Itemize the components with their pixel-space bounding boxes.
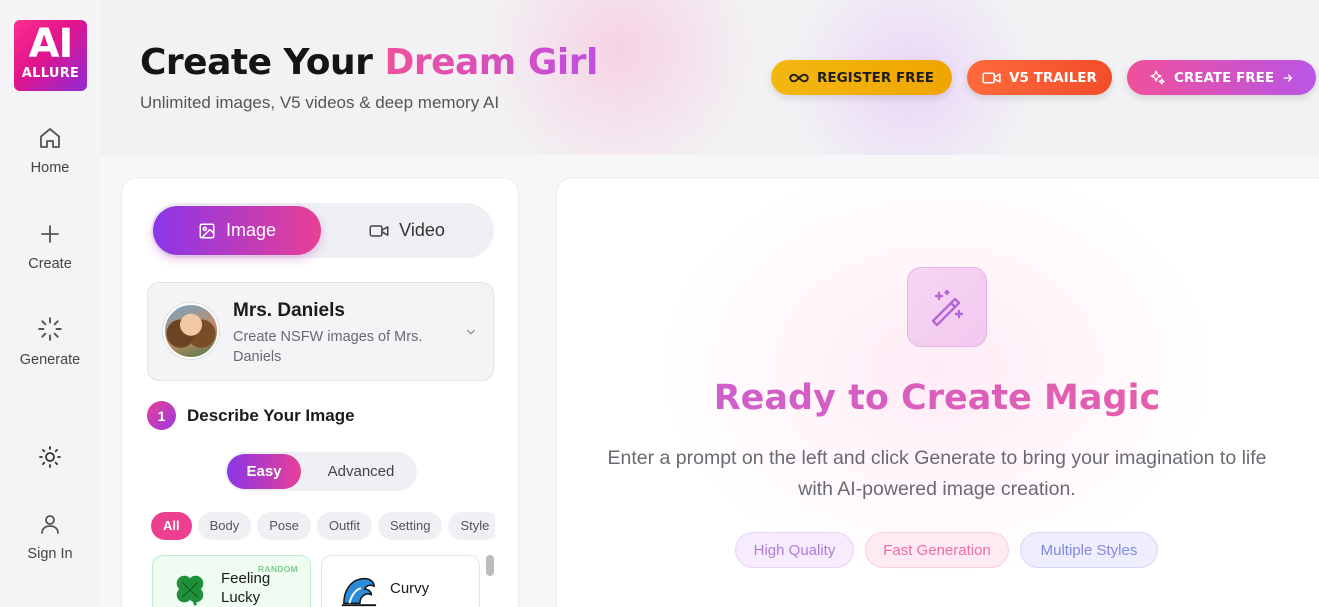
feature-pill: Fast Generation bbox=[865, 532, 1009, 568]
mode-easy-button[interactable]: Easy bbox=[227, 454, 301, 489]
create-free-label: CREATE FREE bbox=[1173, 69, 1275, 86]
character-name: Mrs. Daniels bbox=[233, 300, 345, 321]
video-camera-icon bbox=[369, 224, 389, 237]
wave-icon bbox=[341, 577, 377, 607]
title-accent: Dream Girl bbox=[384, 42, 598, 83]
tab-image[interactable]: Image bbox=[153, 206, 321, 255]
video-camera-icon bbox=[982, 71, 1001, 84]
nav-sign-in-label: Sign In bbox=[27, 546, 73, 562]
logo-main-text: AI bbox=[28, 21, 74, 67]
tab-video[interactable]: Video bbox=[323, 206, 491, 255]
home-icon bbox=[40, 128, 60, 148]
step-number-badge: 1 bbox=[147, 401, 176, 430]
character-selector[interactable]: Mrs. Daniels Create NSFW images of Mrs. … bbox=[147, 282, 494, 381]
page-title: Create Your Dream Girl bbox=[140, 42, 598, 83]
register-free-label: REGISTER FREE bbox=[816, 69, 935, 86]
clover-icon bbox=[176, 575, 204, 606]
nav-create-label: Create bbox=[28, 256, 72, 272]
chip-outfit[interactable]: Outfit bbox=[316, 512, 372, 540]
theme-toggle[interactable] bbox=[0, 445, 100, 479]
nav-generate[interactable]: Generate bbox=[0, 316, 100, 368]
nav-home[interactable]: Home bbox=[0, 126, 100, 176]
chip-all[interactable]: All bbox=[151, 512, 192, 540]
tab-video-label: Video bbox=[399, 220, 445, 240]
chip-body[interactable]: Body bbox=[197, 512, 252, 540]
nav-create[interactable]: Create bbox=[0, 222, 100, 272]
preset-card-curvy[interactable]: Curvy bbox=[321, 555, 480, 607]
header: Create Your Dream Girl Unlimited images,… bbox=[100, 0, 1319, 155]
nav-home-label: Home bbox=[30, 160, 70, 176]
image-icon bbox=[199, 223, 215, 238]
empty-state-title: Ready to Create Magic bbox=[557, 378, 1319, 418]
brand-logo[interactable]: AI ALLURE bbox=[14, 20, 87, 91]
mode-advanced-button[interactable]: Advanced bbox=[309, 454, 413, 489]
chip-setting[interactable]: Setting bbox=[377, 512, 443, 540]
chip-style[interactable]: Style bbox=[448, 512, 495, 540]
user-icon bbox=[41, 515, 59, 534]
sidebar: AI ALLURE Home Create Generate Sign In bbox=[0, 0, 100, 607]
preset-card-label: Feeling Lucky bbox=[221, 570, 271, 606]
feature-pill: Multiple Styles bbox=[1020, 532, 1158, 568]
nav-sign-in[interactable]: Sign In bbox=[0, 512, 100, 562]
title-prefix: Create Your bbox=[140, 42, 385, 83]
logo-sub-text: ALLURE bbox=[21, 66, 80, 81]
category-chips: All Body Pose Outfit Setting Style bbox=[151, 512, 495, 544]
empty-state-description: Enter a prompt on the left and click Gen… bbox=[607, 447, 1267, 500]
avatar bbox=[163, 303, 219, 359]
prompt-mode-toggle: Easy Advanced bbox=[225, 452, 417, 491]
preset-card-label: Curvy bbox=[390, 580, 430, 597]
infinity-icon bbox=[789, 73, 809, 82]
page-subtitle: Unlimited images, V5 videos & deep memor… bbox=[140, 93, 500, 112]
register-free-button[interactable]: REGISTER FREE bbox=[771, 60, 952, 95]
chip-pose[interactable]: Pose bbox=[257, 512, 311, 540]
sun-icon bbox=[39, 446, 61, 468]
v5-trailer-label: V5 TRAILER bbox=[1009, 69, 1097, 86]
character-description: Create NSFW images of Mrs. Daniels bbox=[233, 329, 423, 365]
arrow-right-icon bbox=[1283, 73, 1293, 82]
preset-scrollbar[interactable] bbox=[486, 555, 494, 576]
magic-wand-icon bbox=[907, 267, 987, 347]
generator-panel: Image Video Mrs. Daniels Create NSFW ima… bbox=[121, 177, 519, 607]
tab-image-label: Image bbox=[225, 220, 277, 240]
preset-card-feeling-lucky[interactable]: Feeling Lucky RANDOM bbox=[152, 555, 311, 607]
nav-generate-label: Generate bbox=[19, 352, 81, 368]
step-title: Describe Your Image bbox=[187, 406, 355, 425]
v5-trailer-button[interactable]: V5 TRAILER bbox=[967, 60, 1112, 95]
create-free-button[interactable]: CREATE FREE bbox=[1127, 60, 1316, 95]
media-type-toggle: Image Video bbox=[151, 203, 494, 258]
plus-icon bbox=[41, 225, 59, 243]
sparkles-icon bbox=[1150, 70, 1165, 85]
chevron-down-icon bbox=[466, 329, 476, 335]
feature-pill: High Quality bbox=[735, 532, 854, 568]
loader-icon bbox=[38, 317, 62, 341]
random-badge: RANDOM bbox=[257, 564, 298, 574]
preview-panel: Ready to Create Magic Enter a prompt on … bbox=[556, 177, 1319, 607]
